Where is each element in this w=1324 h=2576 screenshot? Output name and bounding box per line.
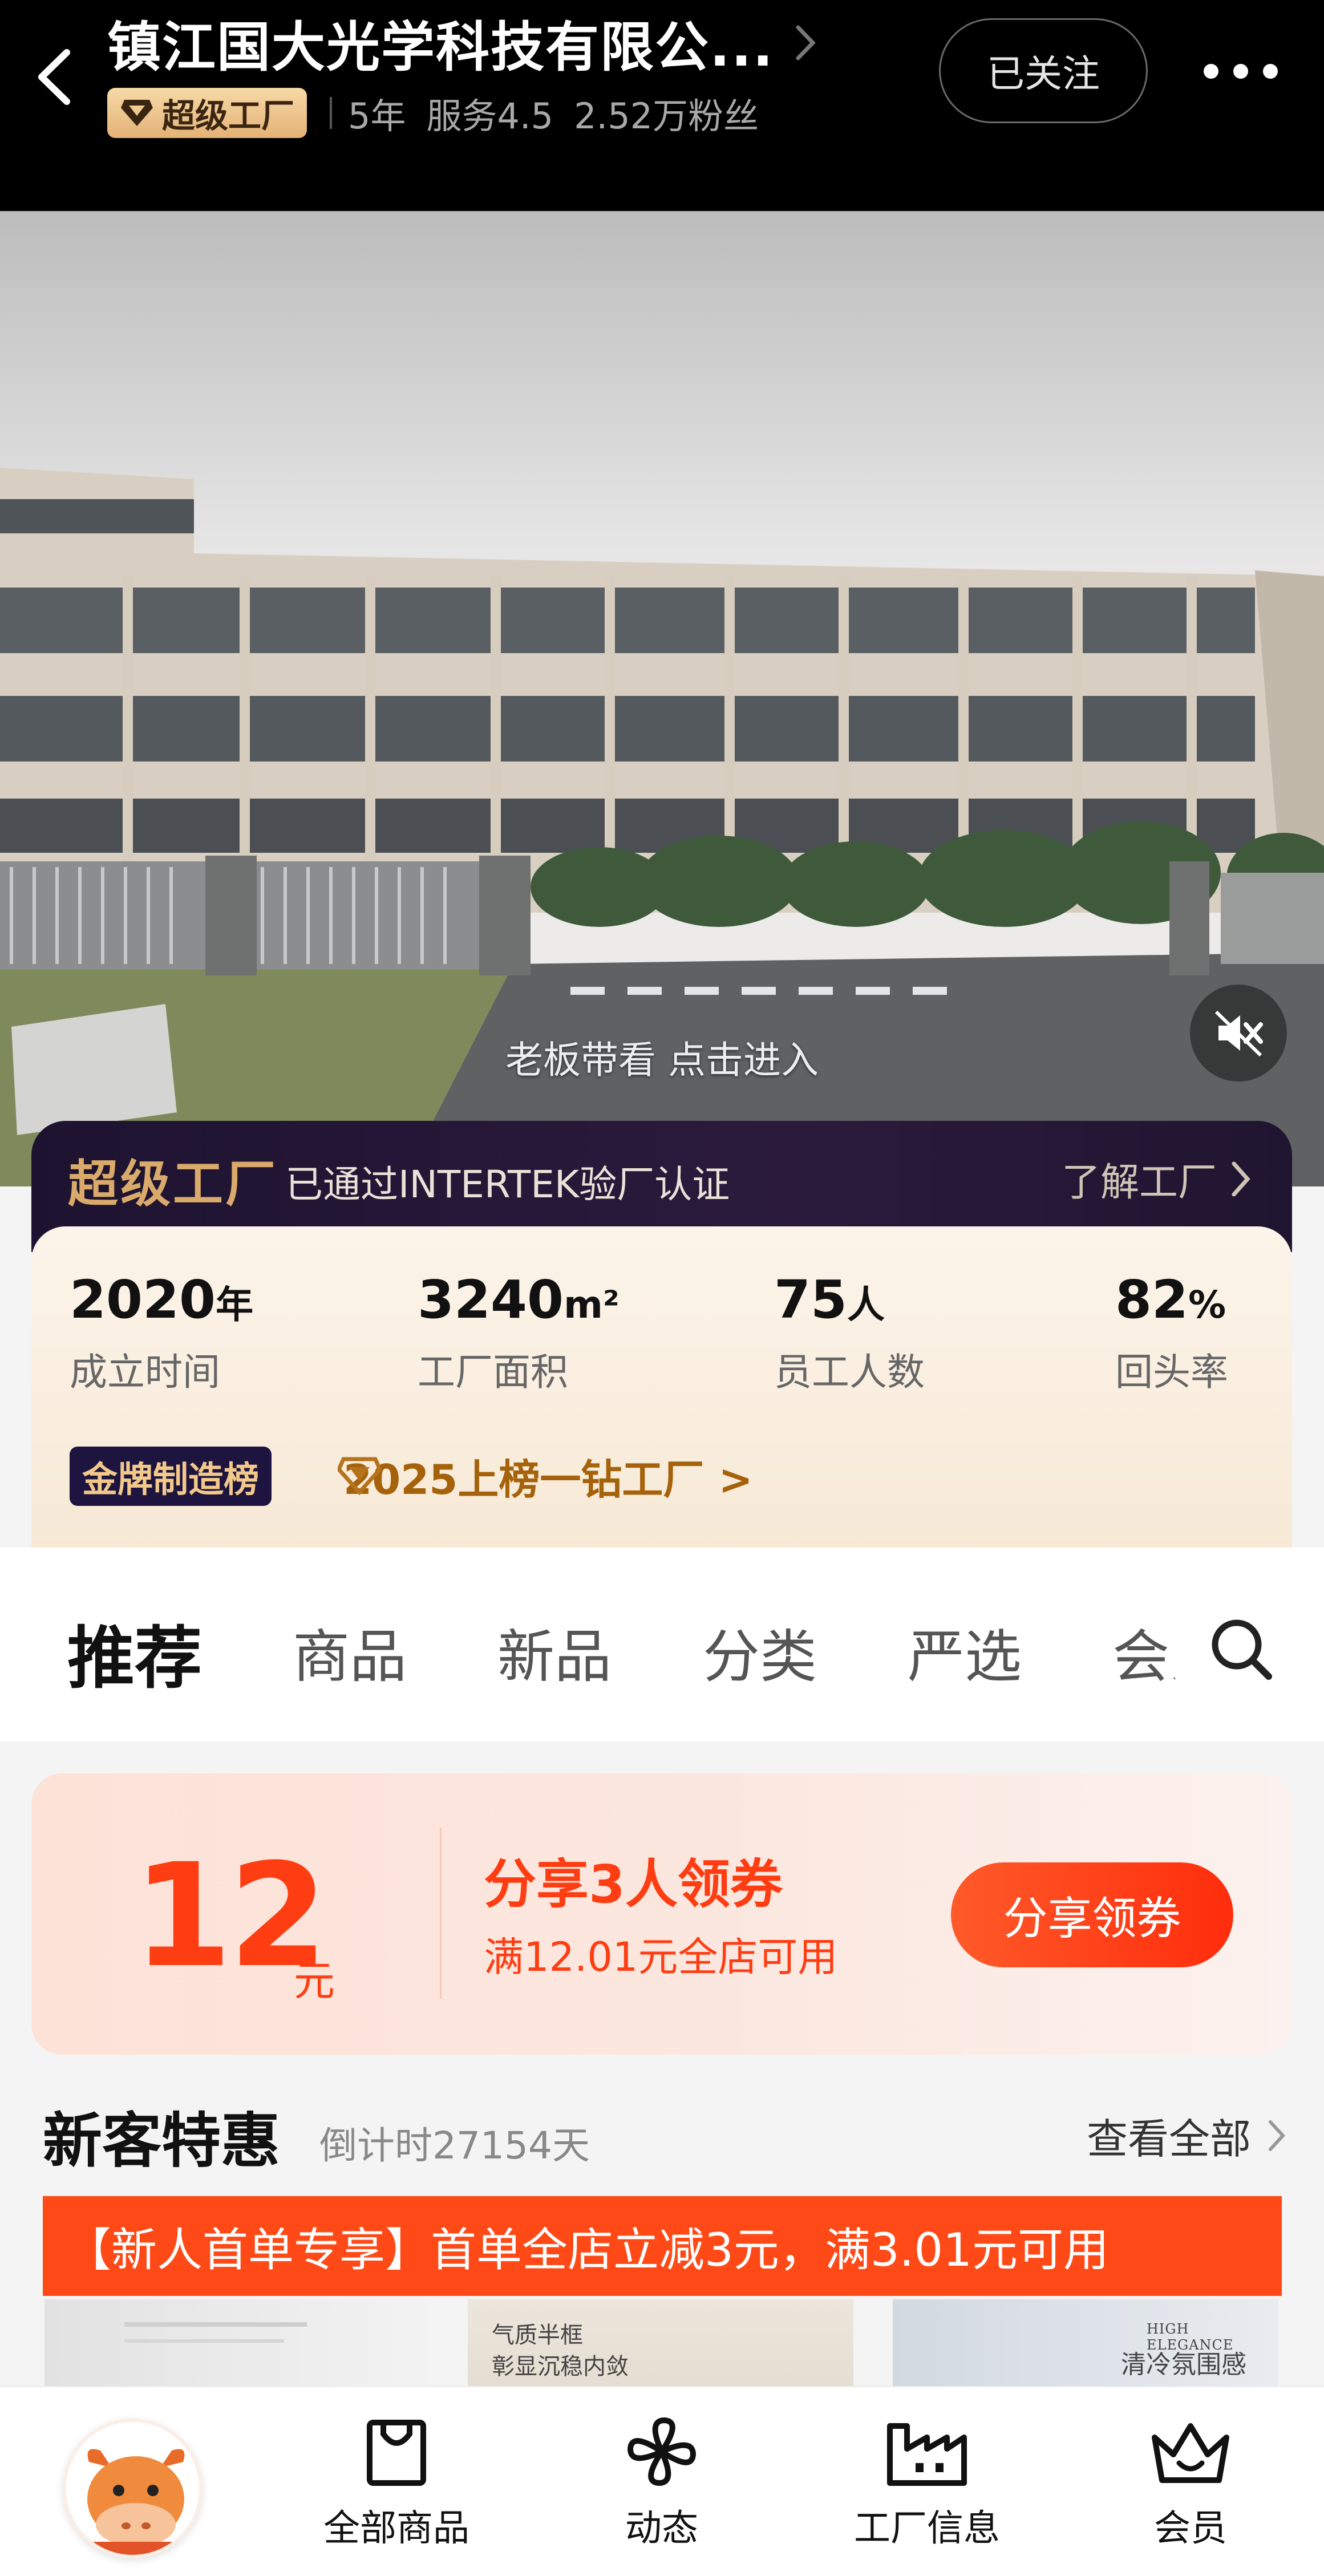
tab-category[interactable]: 分类 <box>703 1610 817 1693</box>
chevron-right-icon <box>1232 1161 1250 1196</box>
chevron-right-icon <box>1269 2120 1286 2151</box>
mute-icon[interactable] <box>1190 985 1287 1082</box>
countdown-text: 倒计时27154天 <box>319 2124 590 2168</box>
service-score: 服务4.5 <box>426 95 554 137</box>
new-customer-title: 新客特惠 <box>43 2106 281 2176</box>
tab-member[interactable]: 会员 <box>1112 1610 1175 1693</box>
meta-divider <box>330 96 333 129</box>
diamond-icon <box>121 99 153 126</box>
view-all-label: 查看全部 <box>1086 2115 1251 2163</box>
share-coupon-button[interactable]: 分享领券 <box>951 1862 1233 1967</box>
product-thumbnail[interactable]: HIGH ELEGANCE 清冷氛围感 <box>893 2299 1278 2391</box>
shop-years: 5年 <box>348 95 406 137</box>
nav-feed[interactable]: 动态 <box>576 2415 747 2551</box>
tab-products[interactable]: 商品 <box>293 1610 407 1693</box>
thumbnail-text: 彰显沉稳内敛 <box>492 2354 629 2380</box>
shop-meta: 超级工厂 5年 服务4.5 2.52万粉丝 <box>107 86 779 140</box>
tab-new[interactable]: 新品 <box>497 1610 612 1693</box>
stat-employees: 75人 员工人数 <box>774 1269 925 1394</box>
shop-name: 镇江国大光学科技有限公... <box>107 17 775 79</box>
pinwheel-icon <box>627 2417 697 2486</box>
crown-icon <box>1152 2423 1229 2483</box>
shop-header: 镇江国大光学科技有限公... 超级工厂 5年 服务4.5 2.52万粉丝 已关注 <box>0 0 1324 211</box>
back-arrow-icon[interactable] <box>31 46 83 108</box>
more-options-icon[interactable] <box>1204 54 1278 88</box>
certification-text: 已通过INTERTEK验厂认证 <box>285 1163 730 1206</box>
nav-member[interactable]: 会员 <box>1105 2415 1276 2551</box>
new-customer-promo-banner[interactable]: 【新人首单专享】首单全店立减3元，满3.01元可用 <box>43 2196 1282 2296</box>
new-customer-header: 新客特惠 倒计时27154天 查看全部 <box>43 2084 1286 2176</box>
stat-area: 3240m² 工厂面积 <box>418 1269 620 1394</box>
view-all-link[interactable]: 查看全部 <box>1087 2105 1286 2165</box>
super-factory-label: 超级工厂 <box>162 96 295 135</box>
product-thumbnail[interactable] <box>44 2299 430 2391</box>
learn-factory-link[interactable]: 了解工厂 <box>1062 1151 1252 1207</box>
super-factory-title: 超级工厂 <box>68 1155 278 1213</box>
cow-mascot-icon <box>66 2422 199 2555</box>
nav-label: 全部商品 <box>323 2508 469 2550</box>
shop-avatar[interactable] <box>63 2419 203 2558</box>
ranking-row[interactable]: 金牌制造榜 2025上榜一钻工厂 > <box>70 1446 753 1506</box>
search-icon[interactable] <box>1208 1616 1274 1682</box>
nav-factory-info[interactable]: 工厂信息 <box>841 2415 1013 2551</box>
follow-button[interactable]: 已关注 <box>939 18 1148 123</box>
recommend-content: 12 元 分享3人领券 满12.01元全店可用 分享领券 新客特惠 倒计时271… <box>0 1741 1324 2391</box>
nav-label: 会员 <box>1154 2508 1227 2550</box>
ranking-text: 2025上榜一钻工厂 > <box>343 1456 753 1504</box>
nav-label: 动态 <box>625 2508 698 2550</box>
shop-title-link[interactable]: 镇江国大光学科技有限公... <box>107 9 820 79</box>
product-thumbnail[interactable]: 气质半框 彰显沉稳内敛 <box>468 2299 853 2391</box>
diamond-icon <box>338 1457 381 1496</box>
nav-all-products[interactable]: 全部商品 <box>311 2415 482 2551</box>
coupon-title: 分享3人领券 <box>484 1854 783 1915</box>
shopping-bag-icon <box>367 2420 426 2486</box>
gold-maker-badge: 金牌制造榜 <box>70 1446 272 1506</box>
stat-founded: 2020年 成立时间 <box>70 1269 254 1394</box>
super-factory-badge: 超级工厂 <box>107 87 307 138</box>
learn-factory-label: 了解工厂 <box>1061 1160 1217 1205</box>
tab-recommend[interactable]: 推荐 <box>67 1603 202 1701</box>
share-coupon-card: 12 元 分享3人领券 满12.01元全店可用 分享领券 <box>31 1773 1292 2055</box>
nav-label: 工厂信息 <box>854 2508 1000 2550</box>
video-caption: 老板带看 点击进入 <box>505 1038 819 1082</box>
chevron-right-icon <box>796 25 816 60</box>
tab-selected[interactable]: 严选 <box>908 1610 1022 1693</box>
coupon-condition: 满12.01元全店可用 <box>484 1934 838 1980</box>
follower-count: 2.52万粉丝 <box>574 95 759 137</box>
factory-icon <box>887 2423 967 2486</box>
thumbnail-text: 清冷氛围感 <box>1121 2350 1246 2379</box>
factory-stats-card: 2020年 成立时间 3240m² 工厂面积 75人 员工人数 82% 回头率 … <box>31 1226 1292 1549</box>
stat-return-rate: 82% 回头率 <box>1115 1269 1228 1394</box>
shop-tab-bar: 推荐 商品 新品 分类 严选 会员 <box>0 1548 1324 1741</box>
coupon-unit: 元 <box>294 1957 335 2005</box>
factory-video[interactable]: 老板带看 点击进入 <box>0 211 1324 1186</box>
coupon-divider <box>440 1828 442 1999</box>
bottom-navigation: 全部商品 动态 工厂信息 会员 <box>0 2386 1324 2576</box>
thumbnail-text: 气质半框 <box>492 2322 583 2348</box>
